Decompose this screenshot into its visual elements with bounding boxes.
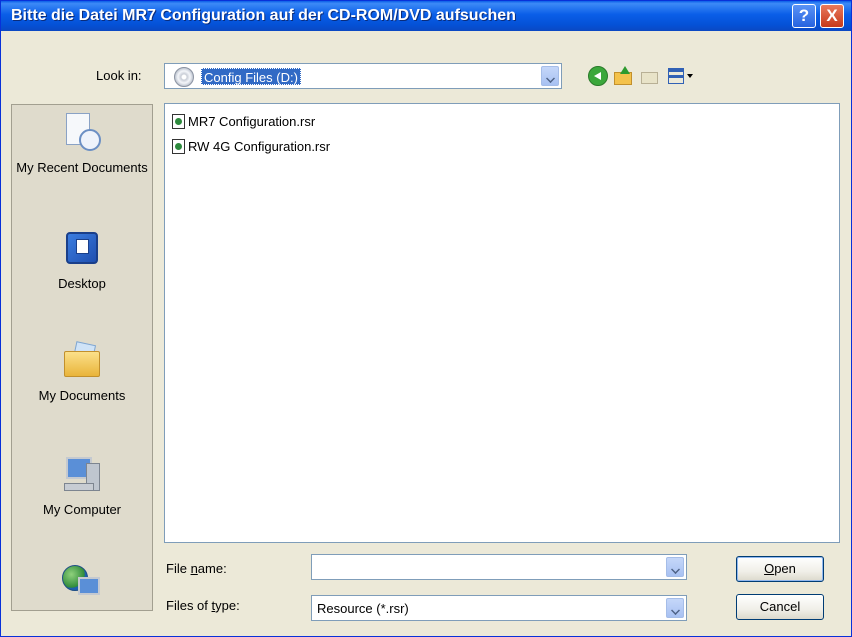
recent-documents-icon [62,113,102,153]
create-new-folder-icon[interactable] [641,66,661,86]
place-desktop[interactable]: Desktop [12,229,152,292]
views-menu-icon[interactable] [668,66,698,86]
desktop-icon [62,229,102,269]
resource-file-icon [172,139,185,154]
file-name: MR7 Configuration.rsr [188,114,316,129]
file-list[interactable]: MR7 Configuration.rsr RW 4G Configuratio… [164,103,840,543]
up-one-level-icon[interactable] [614,66,634,86]
place-label: My Documents [38,388,126,403]
place-my-network-places[interactable] [12,565,152,611]
place-label: My Computer [42,502,122,517]
chevron-down-icon[interactable] [541,66,559,86]
place-my-recent-documents[interactable]: My Recent Documents [12,113,152,176]
file-type-dropdown[interactable]: Resource (*.rsr) [311,595,687,621]
look-in-label: Look in: [96,68,142,83]
file-name-label: File name: [166,561,227,576]
resource-file-icon [172,114,185,129]
cd-drive-icon [174,67,194,87]
file-type-label: Files of type: [166,598,240,613]
cancel-button[interactable]: Cancel [736,594,824,620]
chevron-down-icon[interactable] [666,557,684,577]
file-name: RW 4G Configuration.rsr [188,139,331,154]
open-file-dialog: Bitte die Datei MR7 Configuration auf de… [0,0,852,637]
place-label: Desktop [58,276,106,291]
chevron-down-icon[interactable] [666,598,684,618]
title-bar[interactable]: Bitte die Datei MR7 Configuration auf de… [1,1,851,31]
file-type-value: Resource (*.rsr) [317,601,409,616]
place-label: My Recent Documents [16,160,148,175]
places-bar: My Recent Documents Desktop My Documents… [11,104,153,611]
dialog-title: Bitte die Datei MR7 Configuration auf de… [11,7,516,24]
look-in-dropdown[interactable]: Config Files (D:) [164,63,562,89]
place-my-computer[interactable]: My Computer [12,455,152,518]
list-item[interactable]: MR7 Configuration.rsr [172,113,315,131]
list-item[interactable]: RW 4G Configuration.rsr [172,138,330,156]
close-button[interactable]: X [820,4,844,28]
my-documents-icon [62,341,102,381]
back-icon[interactable] [588,66,608,86]
place-my-documents[interactable]: My Documents [12,341,152,404]
look-in-value: Config Files (D:) [201,68,301,85]
file-name-input[interactable] [311,554,687,580]
open-button[interactable]: Open [736,556,824,582]
my-network-places-icon [62,565,102,605]
my-computer-icon [62,455,102,495]
help-button[interactable]: ? [792,4,816,28]
